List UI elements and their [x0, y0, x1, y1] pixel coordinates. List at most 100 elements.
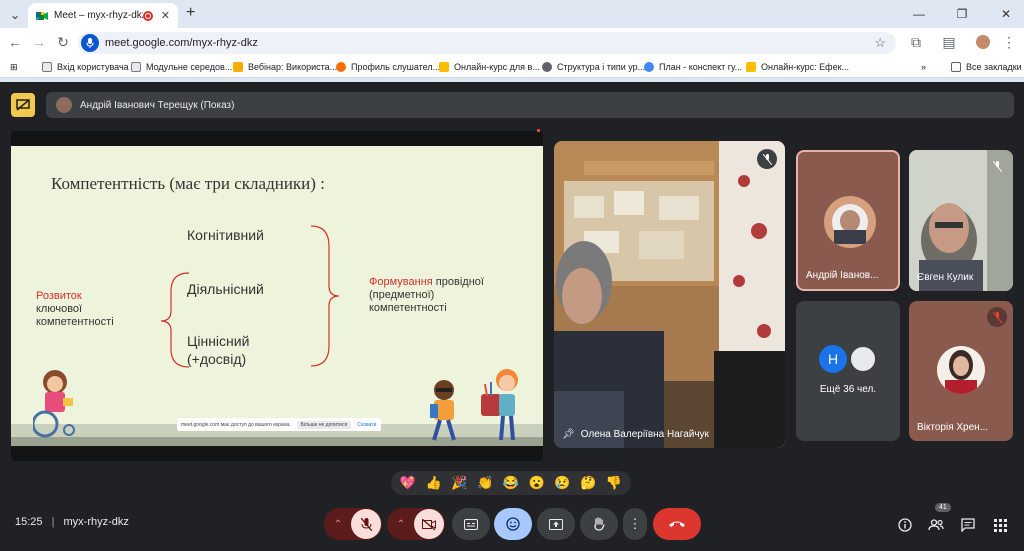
bookmark-label: Вебінар: Використа... [248, 62, 338, 72]
cone-icon [746, 62, 756, 72]
mic-options-chevron-icon[interactable]: ⌃ [325, 519, 351, 530]
reaction-heart[interactable]: 💖 [400, 475, 416, 491]
bookmark-6[interactable]: Структура і типи ур... [542, 60, 645, 74]
new-tab-button[interactable]: + [186, 4, 195, 22]
shared-slide: Компетентність (має три складники) : Ког… [11, 146, 543, 446]
reaction-thumbs-up[interactable]: 👍 [426, 475, 442, 491]
tab-meet[interactable]: Meet – myx-rhyz-dkz ✕ [28, 3, 178, 28]
chat-icon [961, 518, 975, 532]
tile-name: Євген Кулик [917, 272, 974, 283]
participant-tile-andrii[interactable]: Андрій Іванов... [796, 150, 900, 291]
tab-search-icon[interactable]: ⌄ [4, 5, 26, 25]
nav-row: ← → ↻ meet.google.com/myx-rhyz-dkz ☆ ⧉ ▤… [0, 28, 1024, 56]
raise-hand-button[interactable] [580, 508, 618, 540]
camera-off-icon [422, 518, 436, 530]
tile-name: Андрій Іванов... [806, 270, 879, 281]
main-tile-name: 📌︎ Олена Валеріївна Нагайчук [562, 429, 709, 440]
chat-button[interactable] [957, 514, 979, 536]
mic-site-icon[interactable] [81, 34, 99, 52]
bookmark-4[interactable]: Профиль слушател... [336, 60, 440, 74]
reaction-sad[interactable]: 😢 [554, 475, 570, 491]
share-stop-button[interactable]: Більше не допитися [296, 420, 352, 429]
more-vert-icon: ⋮ [628, 516, 642, 531]
reaction-laugh[interactable]: 😂 [503, 475, 519, 491]
reaction-surprised[interactable]: 😮 [529, 475, 545, 491]
captions-icon [464, 518, 478, 530]
leave-call-button[interactable] [653, 508, 701, 540]
recording-icon [142, 10, 153, 21]
camera-off-button[interactable] [414, 509, 444, 539]
bookmark-star-icon[interactable]: ☆ [874, 35, 886, 51]
back-icon[interactable]: ← [4, 32, 26, 52]
muted-mic-icon [987, 156, 1007, 176]
slide-left-2: компетентності [36, 316, 114, 328]
page-icon [131, 62, 141, 72]
camera-options-chevron-icon[interactable]: ⌃ [388, 519, 414, 530]
bookmark-1[interactable]: Вхід користувача [42, 60, 129, 74]
bookmark-3[interactable]: Вебінар: Використа... [233, 60, 337, 74]
bookmark-8[interactable]: Онлайн-курс: Ефек... [746, 60, 849, 74]
menu-icon[interactable]: ⋮ [998, 32, 1020, 52]
bookmark-label: Онлайн-курс: Ефек... [761, 62, 850, 72]
muted-mic-icon [757, 149, 777, 169]
close-window-icon[interactable]: ✕ [992, 4, 1020, 24]
participant-tile-viktoriia[interactable]: Вікторія Хрен... [909, 301, 1013, 441]
stage-marker [537, 129, 540, 132]
all-bookmarks[interactable]: Все закладки [951, 60, 1022, 74]
share-hide-button[interactable]: Сховати [357, 422, 376, 428]
reaction-party[interactable]: 🎉 [451, 475, 467, 491]
bookmarks-bar: ⊞ Вхід користувача Модульне середов... В… [0, 56, 1024, 78]
slide-left-note: Розвиток ключової компетентності [36, 290, 114, 329]
screen-share-notice: meet.google.com має доступ до вашого екр… [177, 418, 381, 431]
present-screen-icon [549, 518, 563, 530]
presenter-pill[interactable]: Андрій Іванович Терещук (Показ) [46, 92, 1014, 118]
more-participants-tile[interactable]: H Ещё 36 чел. [796, 301, 900, 441]
slide-right-red: Формування [369, 276, 433, 288]
reaction-clap[interactable]: 👏 [477, 475, 493, 491]
meeting-details-button[interactable] [894, 514, 916, 536]
tab-title: Meet – myx-rhyz-dkz [54, 10, 143, 21]
reactions-button[interactable] [494, 508, 532, 540]
meet-favicon-icon [36, 10, 48, 22]
slide-left-1: ключової [36, 303, 83, 315]
forward-icon[interactable]: → [28, 32, 50, 52]
girl-wheelchair-illustration [33, 370, 75, 438]
profile-avatar[interactable] [972, 32, 994, 52]
folder-icon [951, 62, 961, 72]
bookmark-2[interactable]: Модульне середов... [131, 60, 232, 74]
slide-left-red: Розвиток [36, 290, 82, 302]
hand-icon [439, 62, 449, 72]
reaction-thumbs-down[interactable]: 👎 [606, 475, 622, 491]
reading-list-icon[interactable]: ▤ [938, 32, 960, 52]
boy-illustration [430, 380, 456, 441]
people-button[interactable]: 41 [925, 503, 951, 536]
participant-tile-yevhen[interactable]: Євген Кулик [909, 150, 1013, 291]
pin-icon[interactable]: 📌︎ [562, 429, 575, 440]
restore-icon[interactable]: ❐ [948, 4, 976, 24]
bookmark-7[interactable]: План - конспект гу... [644, 60, 742, 74]
emoji-icon [506, 517, 520, 531]
minimize-icon[interactable]: — [905, 4, 933, 24]
classroom-video [554, 141, 785, 448]
tab-close-icon[interactable]: ✕ [161, 9, 170, 22]
bookmarks-more[interactable]: » [921, 60, 926, 74]
extensions-icon[interactable]: ⧉ [905, 32, 927, 52]
address-bar[interactable]: meet.google.com/myx-rhyz-dkz ☆ [78, 32, 896, 54]
present-button[interactable] [537, 508, 575, 540]
slide-right-1: провідної [432, 276, 484, 288]
share-notice-text: meet.google.com має доступ до вашого екр… [181, 421, 291, 428]
presenting-icon[interactable] [11, 93, 35, 117]
snowflake-icon [644, 62, 654, 72]
mic-off-button[interactable] [351, 509, 381, 539]
more-options-button[interactable]: ⋮ [623, 508, 647, 540]
bookmark-5[interactable]: Онлайн-курс для в... [439, 60, 540, 74]
activities-button[interactable] [989, 514, 1011, 536]
reaction-thinking[interactable]: 🤔 [580, 475, 596, 491]
reload-icon[interactable]: ↻ [52, 32, 74, 52]
clock-time: 15:25 [15, 516, 43, 528]
participant-main-tile[interactable]: 📌︎ Олена Валеріївна Нагайчук [554, 141, 785, 448]
info-icon [898, 518, 912, 532]
captions-button[interactable] [452, 508, 490, 540]
slide-right-2: (предметної) [369, 289, 435, 301]
apps-grid-icon[interactable]: ⊞ [10, 60, 18, 74]
